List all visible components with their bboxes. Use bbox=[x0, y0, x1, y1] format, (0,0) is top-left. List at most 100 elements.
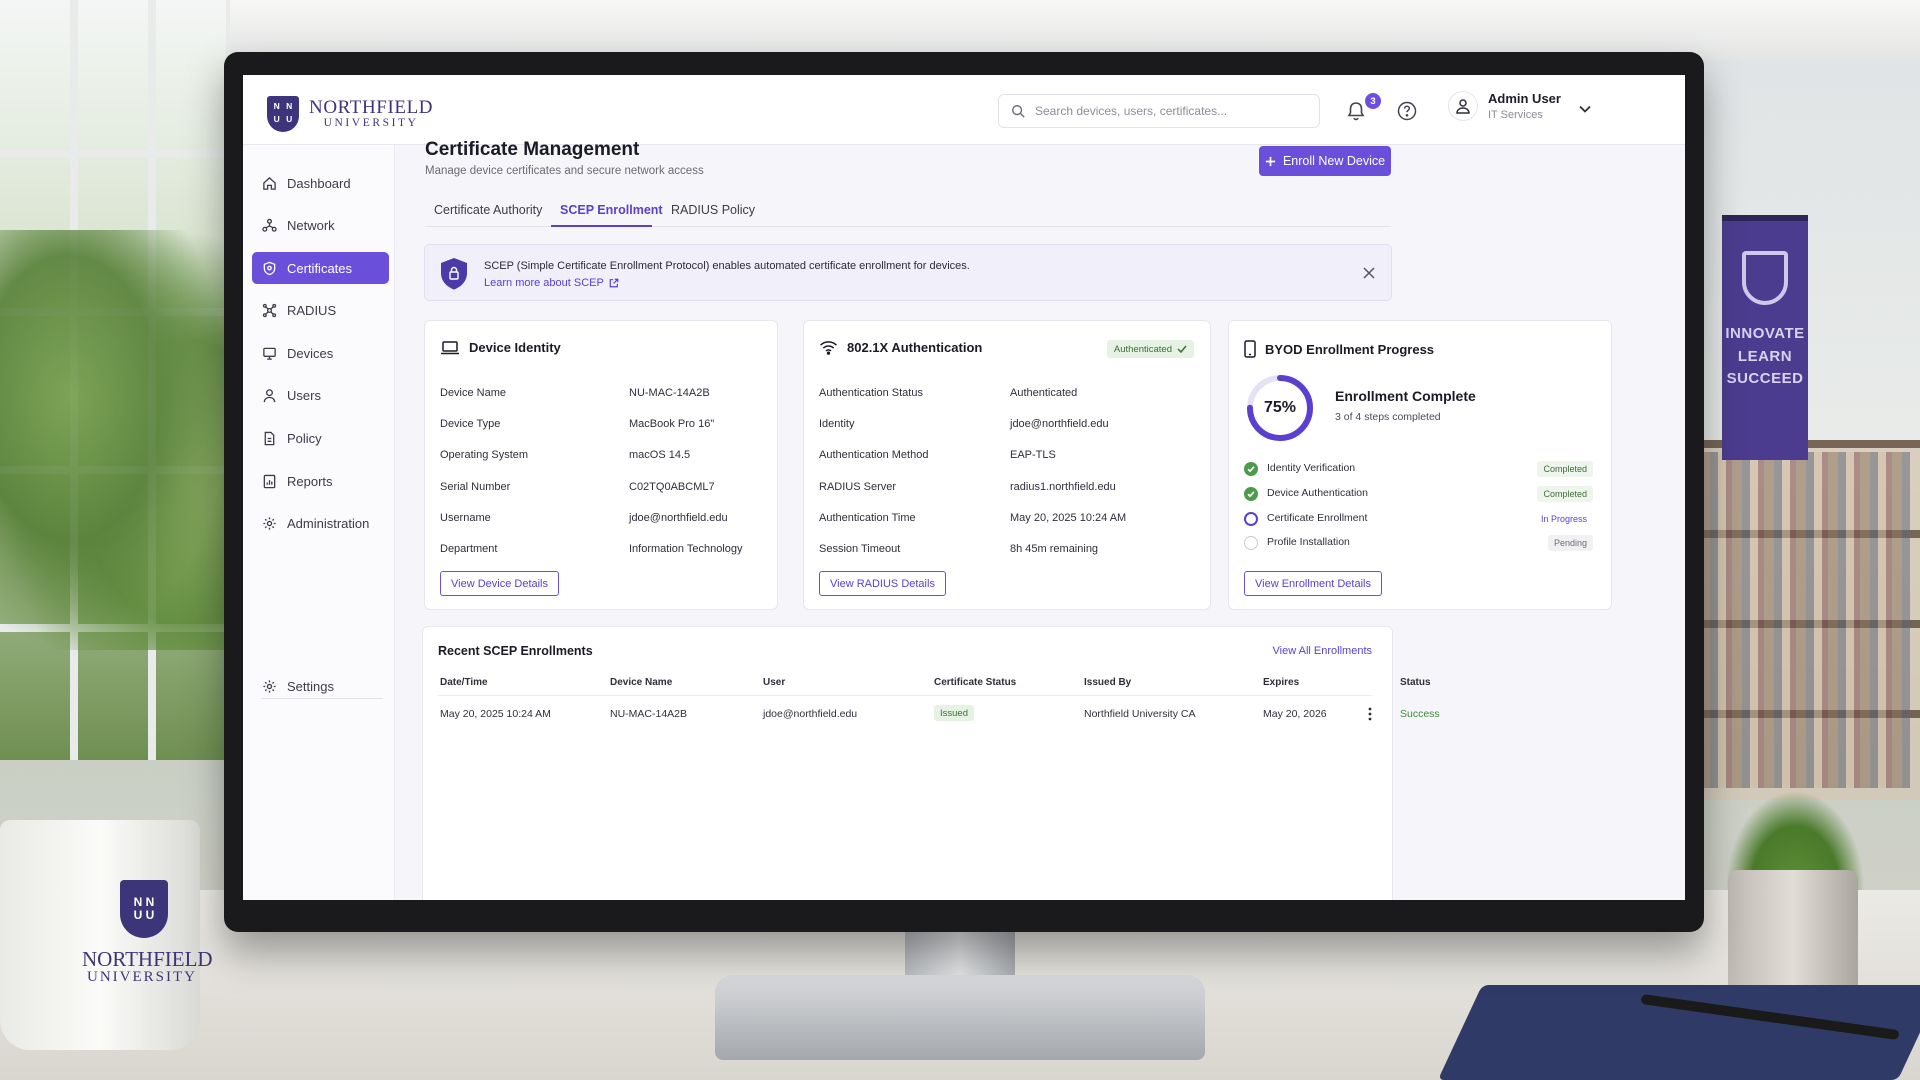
step-identity-verification: Identity Verification Completed bbox=[1244, 461, 1593, 477]
user-role: IT Services bbox=[1488, 109, 1543, 121]
step-certificate-enrollment: Certificate Enrollment In Progress bbox=[1244, 511, 1593, 527]
column-header[interactable]: Certificate Status bbox=[934, 677, 1016, 688]
view-all-enrollments-link[interactable]: View All Enrollments bbox=[1273, 645, 1372, 657]
banner-shield-icon bbox=[1742, 251, 1788, 305]
page-title: Certificate Management bbox=[425, 139, 640, 160]
step-device-authentication: Device Authentication Completed bbox=[1244, 486, 1593, 502]
background-ceiling bbox=[230, 0, 1920, 60]
home-icon bbox=[263, 176, 276, 190]
byod-progress-card: BYOD Enrollment Progress 75% Enrollment … bbox=[1228, 320, 1612, 610]
search-box[interactable] bbox=[998, 94, 1320, 128]
sidebar-item-label: Policy bbox=[287, 430, 322, 446]
sidebar-item-label: Settings bbox=[287, 678, 334, 694]
reports-icon bbox=[263, 474, 276, 488]
cell-datetime: May 20, 2025 10:24 AM bbox=[440, 708, 551, 720]
policy-icon bbox=[264, 431, 275, 445]
step-status-badge: Completed bbox=[1537, 486, 1593, 502]
notification-badge: 3 bbox=[1365, 93, 1381, 109]
step-status-badge: In Progress bbox=[1540, 514, 1587, 524]
bell-icon[interactable] bbox=[1347, 101, 1365, 121]
column-header[interactable]: Device Name bbox=[610, 677, 672, 688]
sidebar-item-users[interactable]: Users bbox=[252, 379, 389, 411]
enrollment-summary: 3 of 4 steps completed bbox=[1335, 411, 1441, 423]
background-bookshelf bbox=[1690, 440, 1920, 800]
search-input[interactable] bbox=[1035, 104, 1295, 118]
column-header[interactable]: Date/Time bbox=[440, 677, 488, 688]
sidebar-item-label: RADIUS bbox=[287, 302, 337, 318]
monitor-icon bbox=[263, 347, 276, 360]
tab-radius-policy[interactable]: RADIUS Policy bbox=[671, 203, 755, 217]
view-device-details-button[interactable]: View Device Details bbox=[440, 571, 560, 596]
step-status-badge: Pending bbox=[1547, 535, 1593, 551]
learn-more-link[interactable]: Learn more about SCEP bbox=[484, 277, 619, 289]
sidebar-item-devices[interactable]: Devices bbox=[252, 337, 389, 369]
tab-bar: Certificate Authority SCEP Enrollment RA… bbox=[425, 193, 1391, 227]
search-icon bbox=[1012, 105, 1025, 118]
sidebar-item-administration[interactable]: Administration bbox=[252, 507, 389, 539]
sidebar-item-label: Dashboard bbox=[287, 175, 351, 191]
tab-certificate-authority[interactable]: Certificate Authority bbox=[434, 203, 542, 217]
mug-text: NORTHFIELD UNIVERSITY bbox=[82, 947, 213, 986]
certificate-icon bbox=[263, 261, 276, 275]
sidebar-item-label: Network bbox=[287, 217, 335, 233]
cell-expires: May 20, 2026 bbox=[1263, 708, 1327, 720]
background-trees bbox=[0, 230, 230, 650]
banner-text: INNOVATE LEARN SUCCEED bbox=[1725, 325, 1805, 387]
sidebar-item-dashboard[interactable]: Dashboard bbox=[252, 167, 389, 199]
sidebar-item-settings[interactable]: Settings bbox=[252, 670, 389, 702]
card-title: 802.1X Authentication bbox=[819, 340, 982, 355]
card-title: Device Identity bbox=[440, 340, 561, 355]
app-screen: NN UU NORTHFIELD UNIVERSITY 3 Admin User… bbox=[243, 75, 1685, 900]
view-radius-details-button[interactable]: View RADIUS Details bbox=[819, 571, 946, 596]
page-subtitle: Manage device certificates and secure ne… bbox=[425, 165, 704, 177]
sidebar-item-certificates[interactable]: Certificates bbox=[252, 252, 389, 284]
help-icon[interactable] bbox=[1397, 101, 1417, 121]
scep-info-banner: SCEP (Simple Certificate Enrollment Prot… bbox=[424, 244, 1392, 301]
sidebar-item-label: Administration bbox=[287, 515, 370, 531]
shield-lock-icon bbox=[441, 258, 467, 290]
sidebar-item-label: Users bbox=[287, 387, 321, 403]
wall-banner: INNOVATE LEARN SUCCEED bbox=[1722, 215, 1808, 460]
cell-device: NU-MAC-14A2B bbox=[610, 708, 688, 720]
learn-more-label: Learn more about SCEP bbox=[484, 277, 604, 289]
status-badge: Issued bbox=[934, 705, 974, 721]
active-tab-indicator bbox=[551, 225, 652, 227]
column-header[interactable]: Issued By bbox=[1084, 677, 1131, 688]
view-enrollment-details-button[interactable]: View Enrollment Details bbox=[1244, 571, 1382, 596]
check-circle-icon bbox=[1244, 462, 1258, 476]
sidebar-item-reports[interactable]: Reports bbox=[252, 465, 389, 497]
university-logo[interactable]: NN UU NORTHFIELD UNIVERSITY bbox=[267, 96, 433, 132]
auth-card: 802.1X Authentication Authenticated Auth… bbox=[803, 320, 1211, 610]
user-menu[interactable]: Admin User IT Services bbox=[1448, 91, 1561, 121]
external-link-icon bbox=[609, 278, 619, 288]
logo-name: NORTHFIELD bbox=[309, 96, 434, 118]
check-icon bbox=[1177, 345, 1187, 353]
column-header[interactable]: User bbox=[763, 677, 785, 688]
top-bar: NN UU NORTHFIELD UNIVERSITY 3 Admin User… bbox=[243, 75, 1685, 145]
enroll-new-device-button[interactable]: Enroll New Device bbox=[1259, 146, 1391, 176]
monitor-base bbox=[715, 975, 1205, 1060]
gear-icon bbox=[263, 516, 276, 530]
user-name: Admin User bbox=[1488, 91, 1561, 106]
column-header[interactable]: Status bbox=[1400, 677, 1431, 688]
sidebar-item-policy[interactable]: Policy bbox=[252, 422, 389, 454]
user-icon bbox=[263, 388, 276, 402]
user-icon bbox=[1456, 99, 1470, 114]
phone-icon bbox=[1244, 340, 1256, 358]
more-options-icon[interactable] bbox=[1368, 707, 1372, 721]
chevron-down-icon[interactable] bbox=[1579, 105, 1591, 113]
network-icon bbox=[262, 218, 277, 232]
gear-icon bbox=[263, 679, 276, 693]
tab-scep-enrollment[interactable]: SCEP Enrollment bbox=[560, 203, 663, 217]
close-icon[interactable] bbox=[1363, 267, 1375, 279]
sidebar-item-label: Certificates bbox=[287, 260, 353, 276]
sidebar-item-network[interactable]: Network bbox=[252, 209, 389, 241]
table-divider bbox=[438, 695, 1372, 696]
column-header[interactable]: Expires bbox=[1263, 677, 1299, 688]
progress-ring: 75% bbox=[1245, 373, 1315, 443]
sidebar: Dashboard Network Certificates RADIUS De… bbox=[243, 145, 395, 900]
sidebar-item-radius[interactable]: RADIUS bbox=[252, 294, 389, 326]
cell-issued-by: Northfield University CA bbox=[1084, 708, 1196, 720]
info-banner-text: SCEP (Simple Certificate Enrollment Prot… bbox=[484, 260, 970, 272]
progress-circle-icon bbox=[1244, 512, 1258, 526]
